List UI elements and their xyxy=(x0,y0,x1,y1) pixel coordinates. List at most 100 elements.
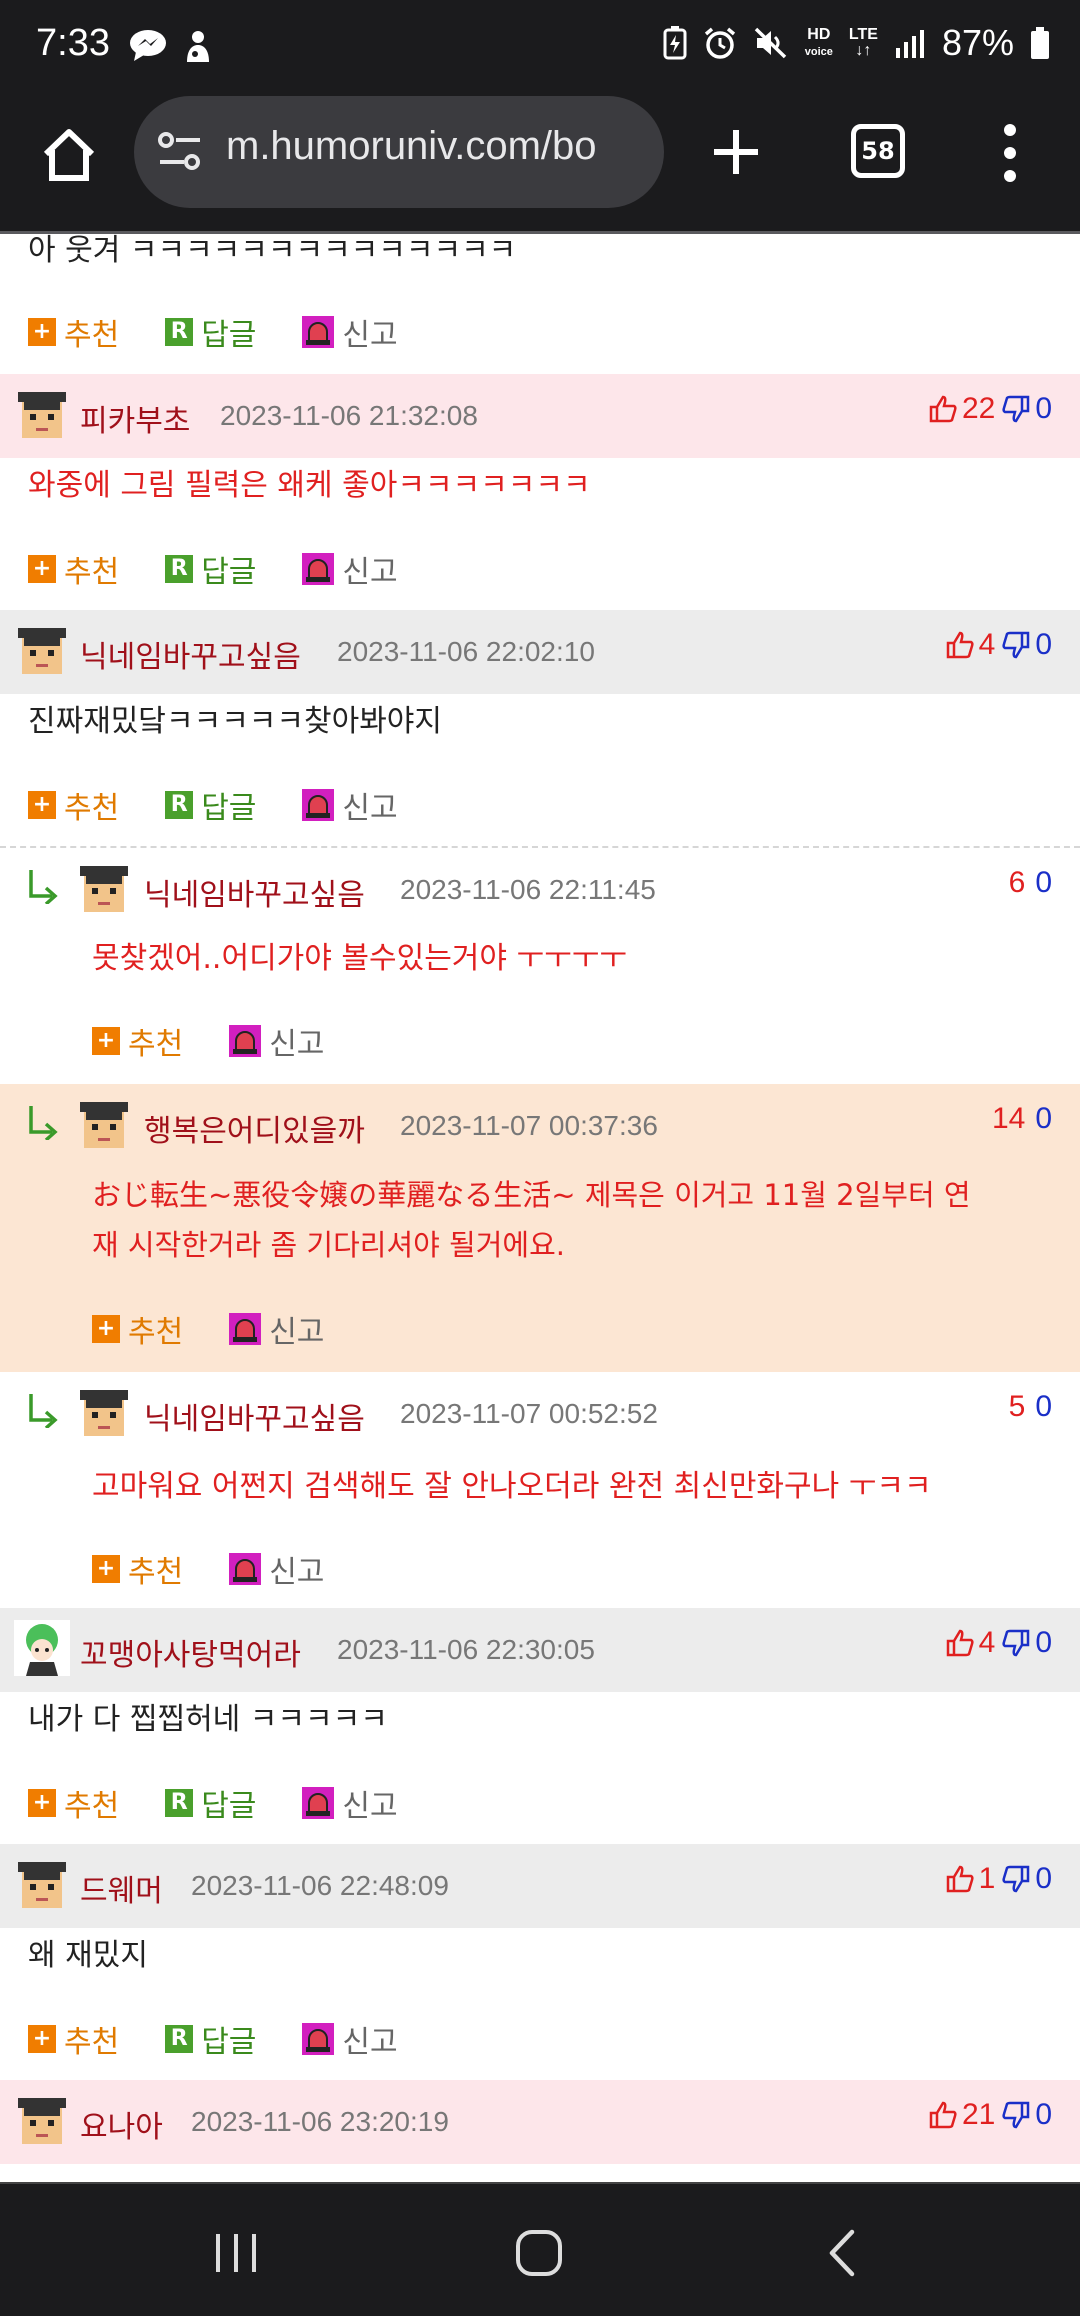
plus-icon: + xyxy=(28,555,56,583)
recommend-button[interactable]: + 추천 xyxy=(28,310,119,354)
upvote-count: 1 xyxy=(978,1862,996,1895)
recommend-button[interactable]: + 추천 xyxy=(28,783,119,827)
report-button[interactable]: 신고 xyxy=(302,547,398,591)
comment-text: 못찾겠어..어디가야 볼수있는거야 ㅜㅜㅜㅜ xyxy=(92,941,627,976)
comment-text: 고마워요 어쩐지 검색해도 잘 안나오더라 완전 최신만화구나 ㅜㅋㅋ xyxy=(92,1469,932,1504)
report-button[interactable]: 신고 xyxy=(302,783,398,827)
downvote-count: 0 xyxy=(1035,1862,1052,1895)
avatar-icon xyxy=(80,1390,128,1436)
avatar-icon xyxy=(80,1102,128,1148)
siren-icon xyxy=(302,553,335,585)
reply-button[interactable]: R 답글 xyxy=(165,547,256,591)
thumbs-up-icon[interactable] xyxy=(945,1864,975,1894)
comment-text-line-2: 재 시작한거라 좀 기다리셔야 될거에요. xyxy=(92,1228,565,1262)
nickname[interactable]: 요나아 xyxy=(80,2102,163,2146)
new-tab-icon[interactable] xyxy=(710,126,762,178)
vote-counts: 4 0 xyxy=(945,1626,1052,1660)
recommend-button[interactable]: + 추천 xyxy=(92,1019,183,1063)
home-icon[interactable] xyxy=(38,124,100,186)
recommend-button[interactable]: + 추천 xyxy=(92,1547,183,1591)
reply-arrow-icon xyxy=(29,870,58,904)
comment-header: 꼬맹아사탕먹어라 2023-11-06 22:30:05 4 0 xyxy=(0,1608,1080,1692)
thumbs-up-icon[interactable] xyxy=(945,1628,975,1658)
nickname[interactable]: 닉네임바꾸고싶음 xyxy=(144,1394,365,1438)
recommend-button[interactable]: + 추천 xyxy=(28,547,119,591)
recommend-button[interactable]: + 추천 xyxy=(28,1781,119,1825)
url-text: m.humoruniv.com/bo xyxy=(226,124,597,168)
thumbs-up-icon[interactable] xyxy=(928,2100,958,2130)
thumbs-up-icon[interactable] xyxy=(945,630,975,660)
thumbs-up-icon[interactable] xyxy=(928,394,958,424)
site-settings-icon[interactable] xyxy=(156,130,204,174)
nickname[interactable]: 행복은어디있을까 xyxy=(144,1106,365,1150)
reply-button[interactable]: R 답글 xyxy=(165,310,256,354)
report-button[interactable]: 신고 xyxy=(229,1019,324,1063)
report-button[interactable]: 신고 xyxy=(229,1307,324,1351)
nickname[interactable]: 드웨머 xyxy=(80,1866,163,1910)
siren-icon xyxy=(302,316,335,348)
battery-percent: 87% xyxy=(941,22,1014,63)
avatar-icon xyxy=(18,392,66,438)
alarm-icon xyxy=(704,27,735,59)
recommend-button[interactable]: + 추천 xyxy=(28,2017,119,2061)
vote-counts: 21 0 xyxy=(928,2098,1052,2132)
thumbs-down-icon[interactable] xyxy=(1001,1628,1031,1658)
reply-r-icon: R xyxy=(165,555,194,583)
vote-counts: 4 0 xyxy=(945,628,1052,662)
battery-icon xyxy=(1031,27,1049,59)
reply-button[interactable]: R 답글 xyxy=(165,783,256,827)
comment-list: 아 웃겨 ㅋㅋㅋㅋㅋㅋㅋㅋㅋㅋㅋㅋㅋㅋ + 추천 R 답글 신고 피카부초 2023… xyxy=(0,234,1080,2182)
avatar-icon xyxy=(18,628,66,674)
siren-icon xyxy=(229,1553,262,1585)
tab-switcher-button[interactable]: 58 xyxy=(851,124,905,178)
comment-date: 2023-11-06 23:20:19 xyxy=(191,2106,449,2137)
comment-text: 와중에 그림 필력은 왜케 좋아ㅋㅋㅋㅋㅋㅋㅋ xyxy=(28,468,591,503)
recent-apps-icon[interactable] xyxy=(212,2230,260,2276)
comment-date: 2023-11-06 22:02:10 xyxy=(337,636,595,667)
upvote-count: 6 xyxy=(1008,866,1026,899)
siren-icon xyxy=(302,2023,335,2055)
comment-header: 피카부초 2023-11-06 21:32:08 22 0 xyxy=(0,374,1080,458)
mute-icon xyxy=(754,27,786,59)
more-menu-icon[interactable] xyxy=(998,120,1022,186)
comment-date: 2023-11-06 22:11:45 xyxy=(400,874,656,905)
app-notification-icon xyxy=(187,31,209,62)
nickname[interactable]: 닉네임바꾸고싶음 xyxy=(80,632,301,676)
report-button[interactable]: 신고 xyxy=(302,310,398,354)
downvote-count: 0 xyxy=(1035,2098,1052,2131)
thumbs-down-icon[interactable] xyxy=(1001,2100,1031,2130)
comment-header: 요나아 2023-11-06 23:20:19 21 0 xyxy=(0,2080,1080,2164)
avatar-icon xyxy=(14,1620,70,1676)
reply-button[interactable]: R 답글 xyxy=(165,1781,256,1825)
report-button[interactable]: 신고 xyxy=(302,1781,398,1825)
nickname[interactable]: 꼬맹아사탕먹어라 xyxy=(80,1630,301,1674)
report-button[interactable]: 신고 xyxy=(229,1547,324,1591)
thumbs-down-icon[interactable] xyxy=(1001,630,1031,660)
recommend-button[interactable]: + 추천 xyxy=(92,1307,183,1351)
comment-header: 닉네임바꾸고싶음 2023-11-06 22:02:10 4 0 xyxy=(0,610,1080,694)
comment-text: 아 웃겨 ㅋㅋㅋㅋㅋㅋㅋㅋㅋㅋㅋㅋㅋㅋ xyxy=(28,234,517,268)
reply-r-icon: R xyxy=(165,318,194,346)
comment-actions: + 추천 R 답글 신고 xyxy=(28,1778,444,1828)
reply-button[interactable]: R 답글 xyxy=(165,2017,256,2061)
system-nav-bar xyxy=(0,2182,1080,2316)
home-nav-icon[interactable] xyxy=(514,2228,564,2278)
lte-indicator: LTE ↓↑ xyxy=(848,26,878,59)
report-button[interactable]: 신고 xyxy=(302,2017,398,2061)
nickname[interactable]: 피카부초 xyxy=(80,396,190,440)
thumbs-down-icon[interactable] xyxy=(1001,394,1031,424)
thumbs-down-icon[interactable] xyxy=(1001,1864,1031,1894)
address-bar[interactable]: m.humoruniv.com/bo xyxy=(134,96,664,208)
browser-toolbar: m.humoruniv.com/bo 58 xyxy=(0,96,1080,234)
back-icon[interactable] xyxy=(824,2228,860,2278)
siren-icon xyxy=(229,1313,262,1345)
siren-icon xyxy=(302,1787,335,1819)
signal-icon xyxy=(895,30,924,58)
avatar-icon xyxy=(18,1862,66,1908)
comment-actions: + 추천 R 답글 신고 xyxy=(28,780,444,830)
reply-arrow-icon xyxy=(29,1394,58,1428)
upvote-count: 21 xyxy=(961,2098,996,2131)
downvote-count: 0 xyxy=(1035,392,1052,425)
nickname[interactable]: 닉네임바꾸고싶음 xyxy=(144,870,365,914)
plus-icon: + xyxy=(28,791,56,819)
